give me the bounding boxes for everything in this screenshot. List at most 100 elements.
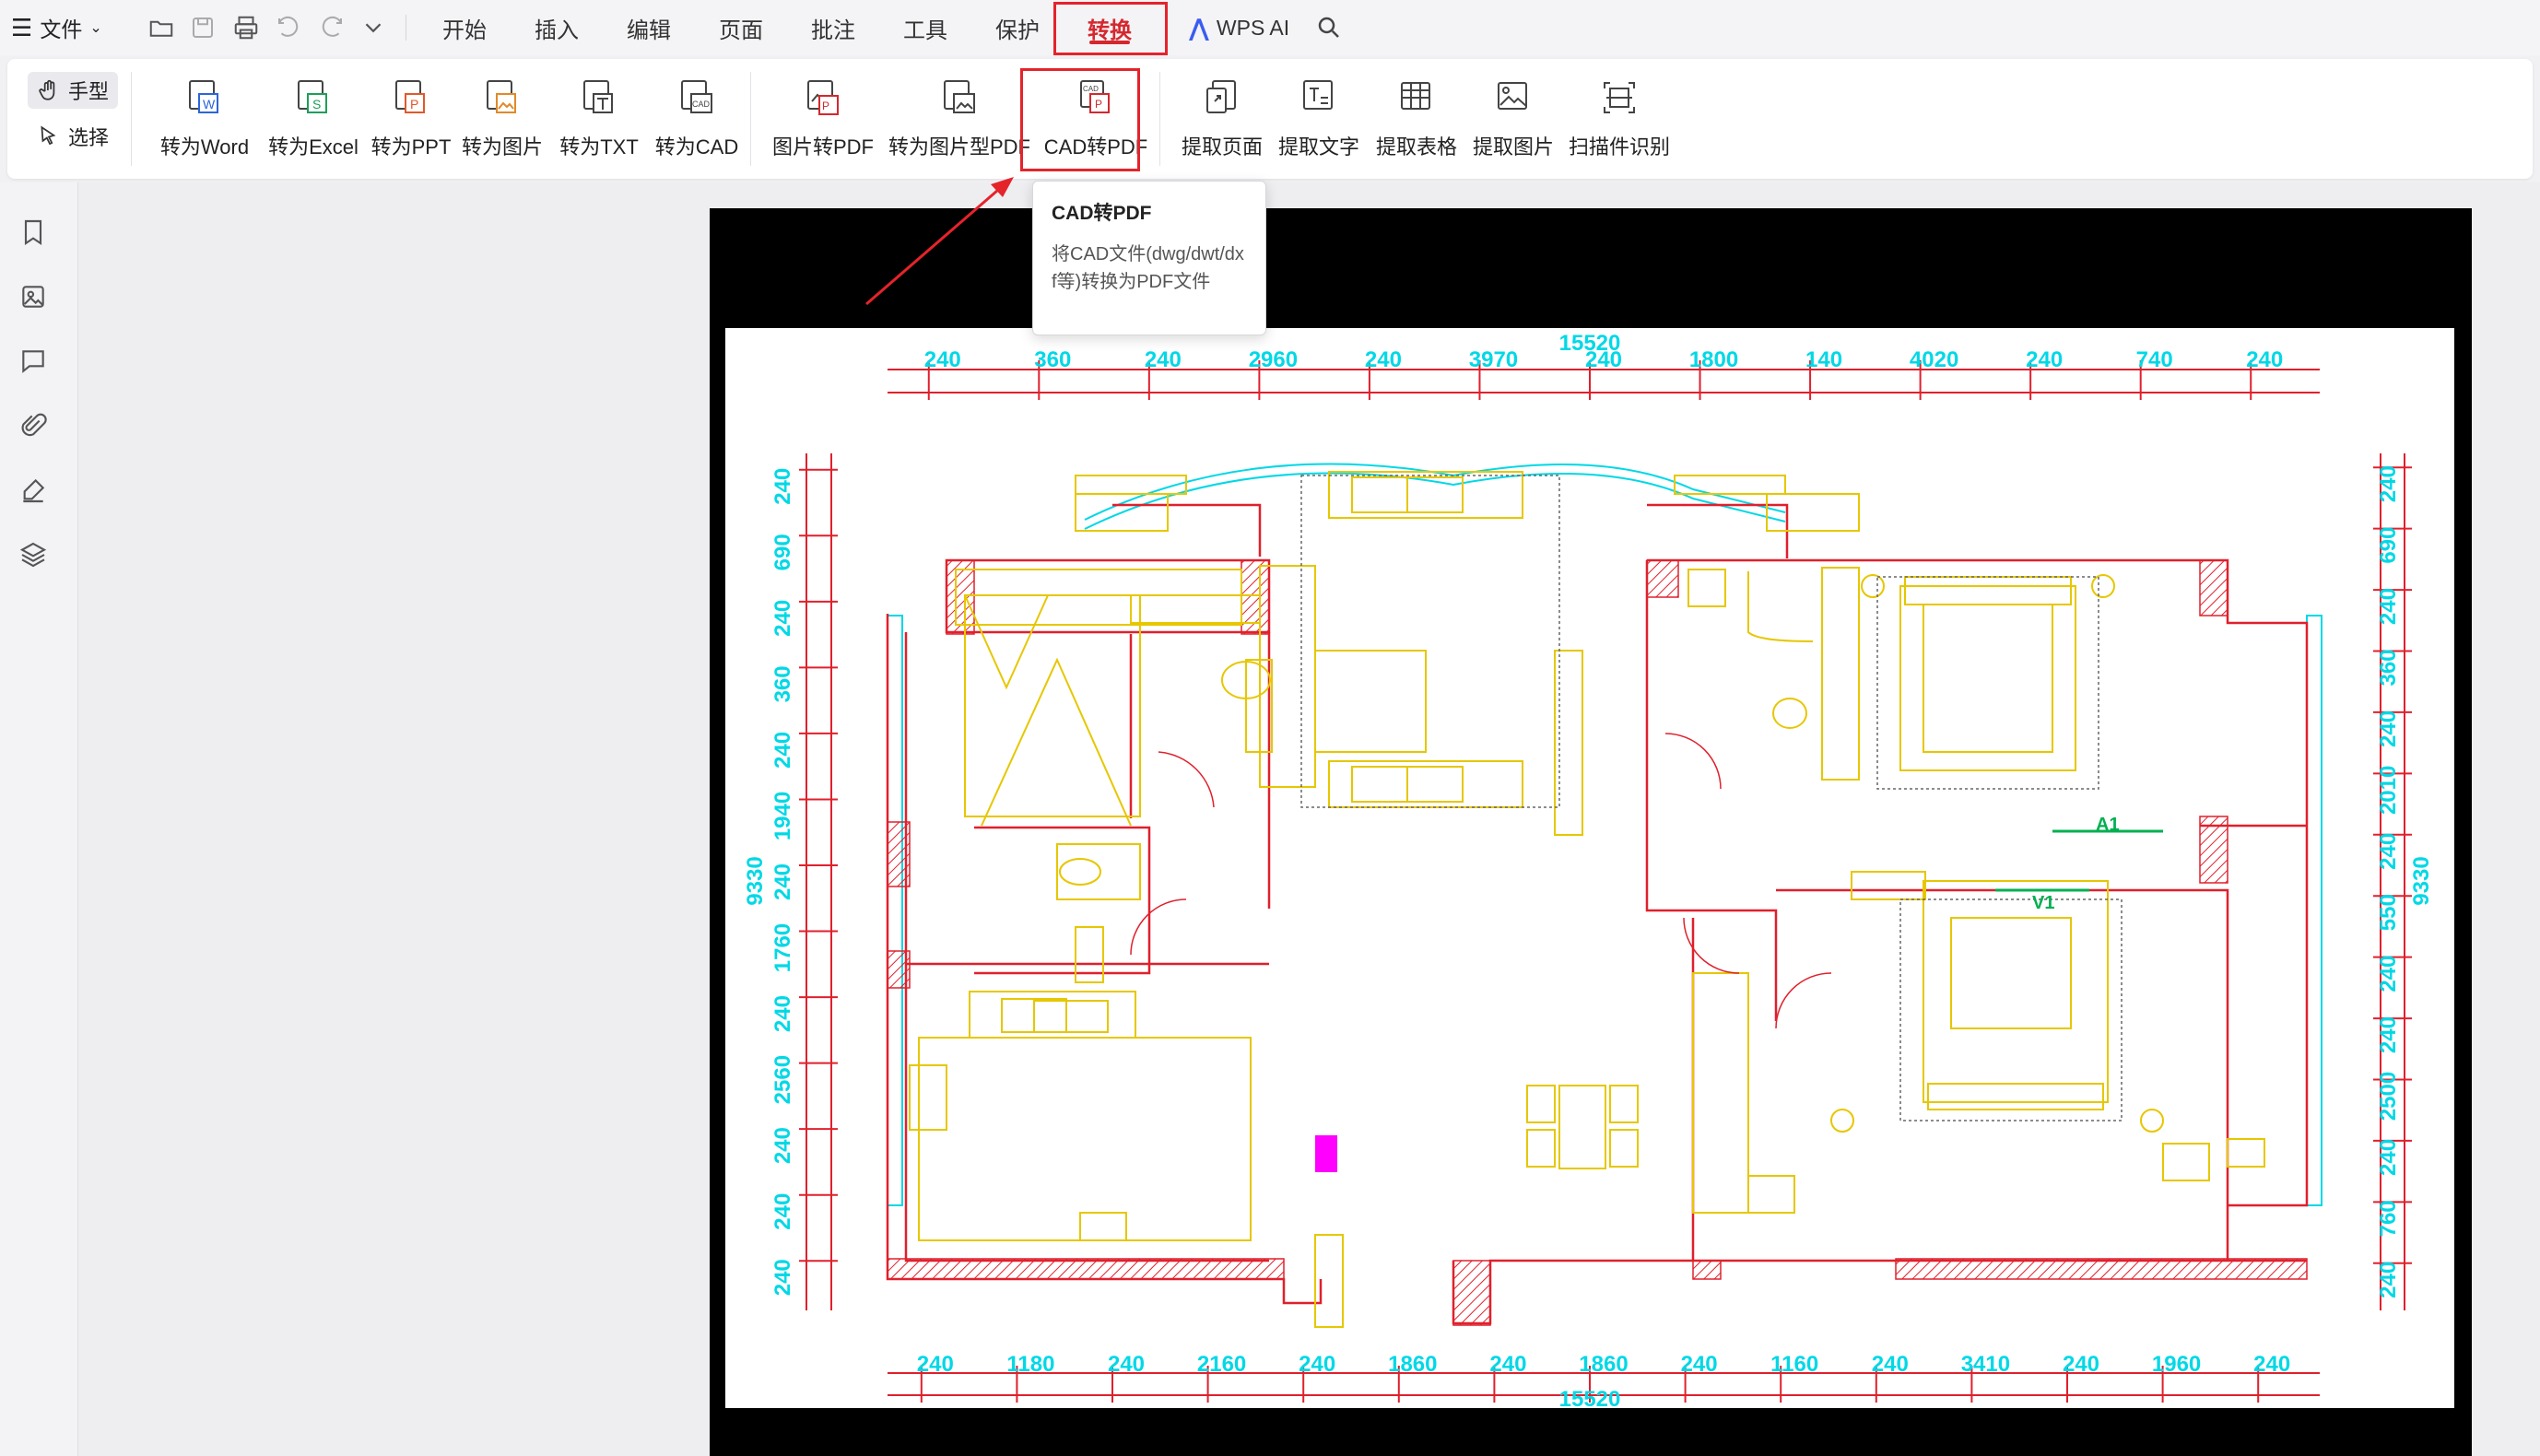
bathroom-fixtures	[1526, 569, 1814, 1169]
carpet-pattern	[1300, 475, 1560, 808]
extract-text-button[interactable]: 提取文字	[1270, 68, 1368, 170]
extract-text-icon	[1299, 77, 1339, 118]
dimension-bottom-label: 240	[1681, 1352, 1718, 1377]
dimension-bottom-total: 15520	[1559, 1387, 1621, 1408]
save-icon[interactable]	[184, 9, 221, 46]
to-image-icon	[482, 77, 523, 118]
extract-table-icon	[1396, 77, 1437, 118]
dimension-bottom-label: 1860	[1388, 1352, 1437, 1377]
undo-icon[interactable]	[270, 9, 307, 46]
tab-annotate[interactable]: 批注	[804, 7, 863, 48]
select-tool-button[interactable]: 选择	[28, 118, 118, 155]
svg-text:CAD: CAD	[1083, 85, 1099, 93]
dimension-bottom-label: 3410	[1961, 1352, 2010, 1377]
hatched-walls	[887, 559, 2308, 1326]
dimension-bottom-label: 240	[2253, 1352, 2290, 1377]
dimension-left-label: 240	[770, 995, 795, 1032]
tab-tools[interactable]: 工具	[896, 7, 955, 48]
tab-insert[interactable]: 插入	[527, 7, 586, 48]
svg-text:P: P	[1095, 98, 1102, 111]
extract-image-label: 提取图片	[1472, 135, 1554, 159]
bookmark-icon[interactable]	[15, 214, 52, 251]
tab-edit[interactable]: 编辑	[619, 7, 678, 48]
hand-tool-button[interactable]: 手型	[28, 72, 119, 109]
hand-tool-label: 手型	[68, 80, 110, 103]
markers: A1 V1	[1995, 815, 2163, 913]
dimension-right-label: 360	[2376, 649, 2401, 686]
extract-table-button[interactable]: 提取表格	[1368, 68, 1465, 170]
convert-to-image-pdf-button[interactable]: 转为图片型PDF	[883, 68, 1036, 170]
extract-page-button[interactable]: 提取页面	[1174, 68, 1270, 170]
dimension-top-label: 360	[1034, 347, 1071, 372]
rug-patterns	[1876, 576, 2123, 1121]
dimension-right-label: 240	[2376, 956, 2401, 992]
extract-text-label: 提取文字	[1277, 135, 1359, 159]
dimension-right-label: 240	[2376, 710, 2401, 747]
dimension-left-label: 240	[770, 1193, 795, 1230]
wps-ai-logo-icon: ⋀	[1189, 13, 1209, 41]
search-icon[interactable]	[1311, 9, 1347, 46]
scan-ocr-button[interactable]: 扫描件识别	[1561, 68, 1677, 170]
dimension-right-label: 2010	[2376, 766, 2401, 815]
cad-to-pdf-button[interactable]: CAD P CAD转PDF	[1036, 68, 1156, 170]
dimension-top-label: 240	[1585, 347, 1622, 372]
dimension-top-label: 240	[1365, 347, 1402, 372]
dimension-right-label: 2500	[2376, 1072, 2401, 1121]
redo-icon[interactable]	[313, 9, 350, 46]
convert-to-excel-button[interactable]: S 转为Excel	[258, 68, 369, 170]
extract-page-icon	[1202, 77, 1242, 118]
dimension-right-label: 240	[2376, 1016, 2401, 1053]
tab-start[interactable]: 开始	[435, 7, 494, 48]
dimension-bottom-label: 1860	[1579, 1352, 1628, 1377]
to-word-icon: W	[184, 77, 225, 118]
image-to-pdf-button[interactable]: P 图片转PDF	[763, 68, 883, 170]
dimension-right-label: 550	[2376, 894, 2401, 931]
convert-to-ppt-button[interactable]: P 转为PPT	[369, 68, 453, 170]
dimension-left-label: 1760	[770, 923, 795, 972]
tab-page[interactable]: 页面	[711, 7, 770, 48]
dimension-top-label: 3970	[1469, 347, 1518, 372]
ribbon-divider	[1159, 72, 1160, 166]
dimension-top-label: 240	[924, 347, 961, 372]
convert-to-excel-label: 转为Excel	[268, 135, 359, 159]
tab-protect[interactable]: 保护	[988, 7, 1047, 48]
dimension-bottom-label: 2160	[1197, 1352, 1246, 1377]
to-excel-icon: S	[293, 77, 334, 118]
convert-to-txt-button[interactable]: 转为TXT	[551, 68, 647, 170]
hand-icon	[39, 79, 55, 100]
layers-icon[interactable]	[15, 536, 52, 573]
convert-to-cad-label: 转为CAD	[654, 135, 739, 159]
furniture	[909, 569, 1344, 1328]
dimension-top-label: 240	[2026, 347, 2063, 372]
convert-to-word-button[interactable]: W 转为Word	[151, 68, 258, 170]
left-sidebar	[0, 182, 78, 1456]
comment-icon[interactable]	[15, 343, 52, 380]
to-txt-icon	[579, 77, 619, 118]
thumbnail-icon[interactable]	[15, 278, 52, 315]
file-menu-label: 文件	[40, 18, 83, 41]
tab-convert[interactable]: 转换	[1080, 7, 1139, 48]
dimension-right-label: 240	[2376, 1139, 2401, 1176]
convert-to-cad-button[interactable]: CAD 转为CAD	[647, 68, 747, 170]
convert-to-image-button[interactable]: 转为图片	[453, 68, 551, 170]
dimension-top-label: 1800	[1689, 347, 1738, 372]
print-icon[interactable]	[228, 9, 265, 46]
dimension-left-label: 1940	[770, 792, 795, 840]
more-chevron-icon[interactable]	[355, 9, 392, 46]
extract-image-button[interactable]: 提取图片	[1465, 68, 1561, 170]
cad-to-pdf-icon: CAD P	[1076, 77, 1116, 118]
open-file-icon[interactable]	[143, 9, 180, 46]
image-to-pdf-icon: P	[803, 77, 843, 118]
dimension-bottom-label: 240	[1108, 1352, 1145, 1377]
dimension-right-label: 690	[2376, 527, 2401, 564]
wps-ai-button[interactable]: ⋀ WPS AI	[1189, 9, 1289, 46]
file-menu[interactable]: ☰ 文件 ⌄	[11, 11, 102, 44]
ribbon-toolbar: 手型 选择 W 转为Word S 转为Excel P 转为PPT 转为图片 转为…	[7, 59, 2533, 179]
attachment-icon[interactable]	[15, 407, 52, 444]
image-to-pdf-label: 图片转PDF	[771, 135, 874, 159]
dimension-bottom-label: 240	[1489, 1352, 1526, 1377]
extract-image-icon	[1493, 77, 1534, 118]
dimension-bottom-label: 240	[1872, 1352, 1909, 1377]
extract-table-label: 提取表格	[1375, 135, 1457, 159]
signature-icon[interactable]	[15, 472, 52, 509]
